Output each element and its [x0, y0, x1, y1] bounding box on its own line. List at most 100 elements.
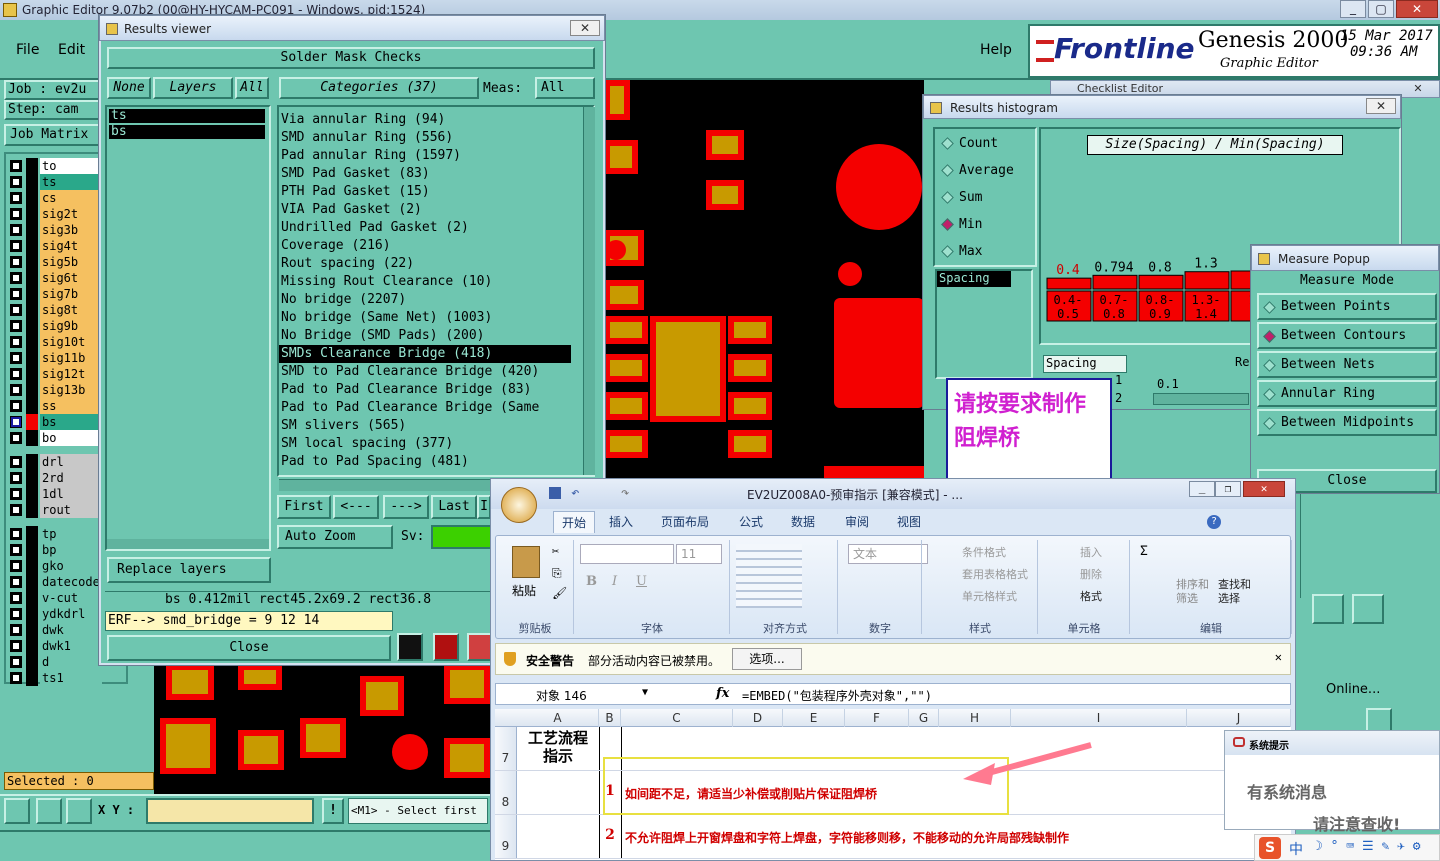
category-item[interactable]: No bridge (Same Net) (1003)	[279, 309, 571, 327]
category-item[interactable]: No bridge (2207)	[279, 291, 571, 309]
layer-row[interactable]: ss	[8, 398, 102, 414]
layer-row[interactable]: bs	[8, 414, 102, 430]
layer-checkbox[interactable]	[10, 592, 22, 604]
undo-icon[interactable]: ↶	[571, 485, 579, 501]
smd-pad[interactable]	[604, 430, 648, 458]
layer-row[interactable]: ydkdrl	[8, 606, 102, 622]
pcb-canvas-bottom[interactable]	[154, 664, 490, 794]
layer-checkbox[interactable]	[10, 432, 22, 444]
format-cells-button[interactable]: 格式	[1080, 588, 1102, 604]
smd-pad[interactable]	[300, 718, 346, 758]
layer-checkbox[interactable]	[10, 224, 22, 236]
category-item[interactable]: SMD Pad Gasket (83)	[279, 165, 571, 183]
font-size-select[interactable]: 11	[676, 544, 722, 564]
copy-icon[interactable]: ⎘	[552, 566, 562, 581]
measure-mode-button[interactable]: Between Nets	[1257, 351, 1437, 378]
layer-checkbox[interactable]	[10, 472, 22, 484]
layer-row[interactable]: 1dl	[8, 486, 102, 502]
layer-color-swatch[interactable]	[26, 254, 38, 270]
layer-row[interactable]: sig11b	[8, 350, 102, 366]
zoom-tool-icon[interactable]	[1366, 708, 1392, 732]
layer-row[interactable]: to	[8, 158, 102, 174]
layer-name[interactable]: bs	[40, 414, 102, 430]
layer-row[interactable]: gko	[8, 558, 102, 574]
round-pad[interactable]	[836, 144, 922, 230]
cut-icon[interactable]: ✂	[552, 544, 559, 558]
categories-listbox[interactable]: Via annular Ring (94) SMD annular Ring (5…	[277, 105, 595, 477]
layer-color-swatch[interactable]	[26, 206, 38, 222]
spacing-listbox[interactable]	[935, 269, 1033, 379]
layer-tool-icon-2[interactable]	[1352, 594, 1384, 624]
save-icon[interactable]	[549, 487, 561, 499]
category-item[interactable]: Via annular Ring (94)	[279, 111, 571, 129]
results-viewer-close-icon[interactable]: ✕	[570, 20, 600, 36]
layer-checkbox[interactable]	[10, 320, 22, 332]
layer-color-swatch[interactable]	[26, 286, 38, 302]
layer-color-swatch[interactable]	[26, 366, 38, 382]
ic-body-pad[interactable]	[650, 316, 726, 422]
close-button[interactable]: ✕	[1396, 0, 1438, 18]
cell-b[interactable]: 2	[599, 827, 621, 843]
number-format-select[interactable]: 文本	[848, 544, 928, 564]
layers-listbox[interactable]: ts bs	[105, 105, 271, 551]
find-select-button[interactable]: 查找和 选择	[1218, 578, 1251, 606]
cell-style-button[interactable]: 单元格样式	[962, 588, 1017, 604]
align-buttons[interactable]	[736, 544, 802, 608]
layer-checkbox[interactable]	[10, 608, 22, 620]
layer-checkbox[interactable]	[10, 288, 22, 300]
checklist-close-icon[interactable]: ✕	[1403, 81, 1433, 97]
layer-checkbox[interactable]	[10, 560, 22, 572]
layer-color-swatch[interactable]	[26, 454, 38, 470]
layer-checkbox[interactable]	[10, 256, 22, 268]
category-item[interactable]: Pad to Pad Clearance Bridge (Same	[279, 399, 571, 417]
layer-row[interactable]: sig9b	[8, 318, 102, 334]
layer-name[interactable]: dwk1	[40, 638, 102, 654]
layer-color-swatch[interactable]	[26, 302, 38, 318]
ribbon-tab[interactable]: 开始	[553, 511, 596, 533]
layer-row[interactable]: sig12t	[8, 366, 102, 382]
layer-name[interactable]: d	[40, 654, 102, 670]
category-item[interactable]: PTH Pad Gasket (15)	[279, 183, 571, 201]
sogou-icon[interactable]: S	[1259, 837, 1281, 859]
smd-pad[interactable]	[604, 140, 638, 174]
layer-name[interactable]: ts1	[40, 670, 102, 686]
layer-row[interactable]: sig10t	[8, 334, 102, 350]
sv-indicator[interactable]	[431, 525, 493, 549]
row-header[interactable]: 9	[495, 815, 517, 858]
layer-checkbox[interactable]	[10, 544, 22, 556]
alert-icon[interactable]: !	[322, 798, 344, 824]
scale-slider[interactable]	[1153, 393, 1249, 405]
layer-row[interactable]: sig4t	[8, 238, 102, 254]
exit-icon[interactable]	[433, 633, 459, 661]
measure-mode-button[interactable]: Between Midpoints	[1257, 409, 1437, 436]
stat-option-count[interactable]: Count	[937, 133, 1035, 155]
format-painter-icon[interactable]: 🖌	[552, 586, 567, 600]
category-item[interactable]: SMD to Pad Clearance Bridge (420)	[279, 363, 571, 381]
tool-grid-icon[interactable]	[66, 798, 92, 824]
layer-name[interactable]: ss	[40, 398, 102, 414]
rect-pad[interactable]	[834, 298, 924, 408]
layer-checkbox[interactable]	[10, 656, 22, 668]
layer-row[interactable]: 2rd	[8, 470, 102, 486]
layer-checkbox[interactable]	[10, 384, 22, 396]
measure-mode-button[interactable]: Between Points	[1257, 293, 1437, 320]
rv-layer-item[interactable]: bs	[109, 125, 265, 139]
layer-color-swatch[interactable]	[26, 654, 38, 670]
layer-checkbox[interactable]	[10, 368, 22, 380]
layer-row[interactable]: dwk1	[8, 638, 102, 654]
category-item[interactable]: SMDs Clearance Bridge (418)	[279, 345, 571, 363]
layer-color-swatch[interactable]	[26, 558, 38, 574]
category-item[interactable]: Undrilled Pad Gasket (2)	[279, 219, 571, 237]
category-item[interactable]: Pad annular Ring (1597)	[279, 147, 571, 165]
layer-checkbox[interactable]	[10, 272, 22, 284]
layer-name[interactable]: v-cut	[40, 590, 102, 606]
sum-icon[interactable]: Σ	[1140, 544, 1148, 559]
paste-label[interactable]: 粘贴	[512, 582, 536, 599]
rv-layer-item[interactable]: ts	[109, 109, 265, 123]
category-item[interactable]: Pad to Pad Clearance Bridge (83)	[279, 381, 571, 399]
smd-pad[interactable]	[360, 676, 404, 716]
meas-select[interactable]: All	[535, 77, 595, 99]
layer-checkbox[interactable]	[10, 416, 22, 428]
column-header[interactable]: E	[783, 709, 845, 727]
layer-checkbox[interactable]	[10, 336, 22, 348]
